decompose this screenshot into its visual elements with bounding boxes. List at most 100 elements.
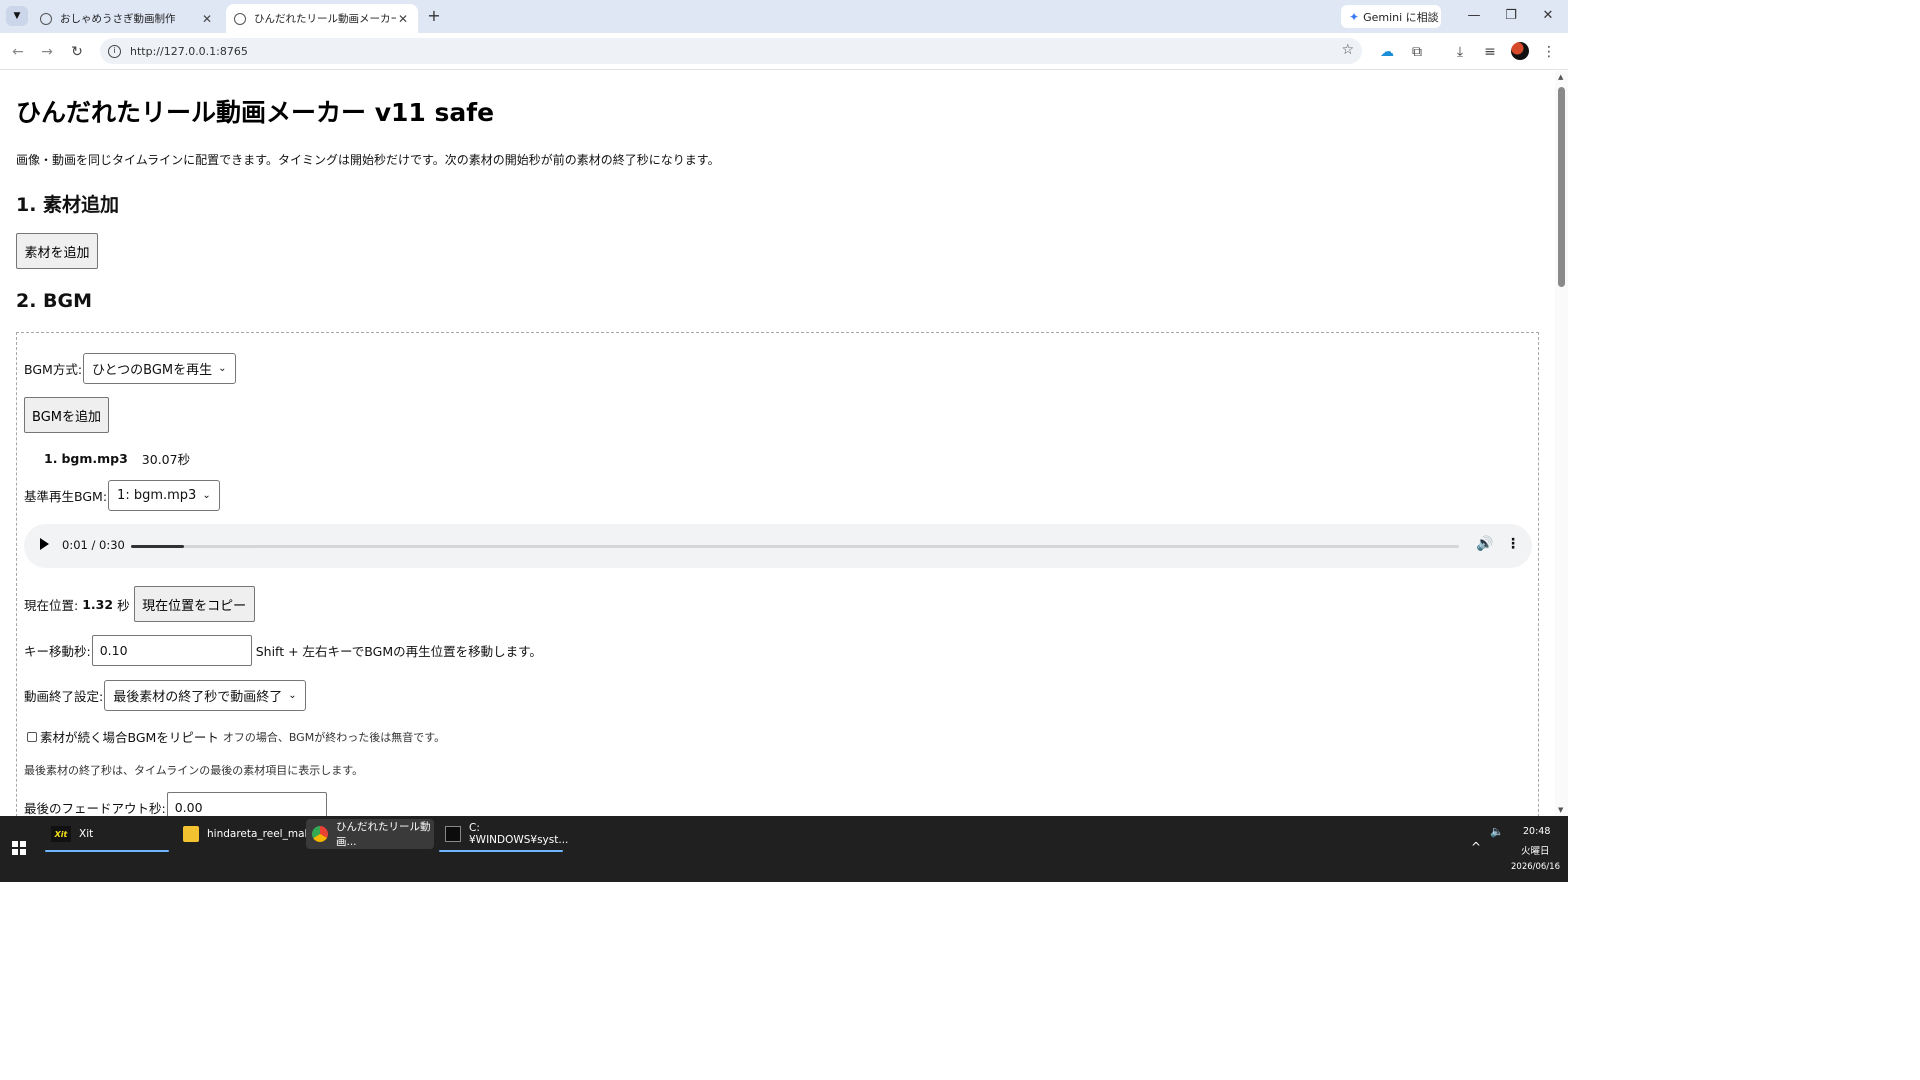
repeat-row: 素材が続く場合BGMをリピート オフの場合、BGMが終わった後は無音です。 [27,727,445,746]
chevron-down-icon: ▼ [13,11,21,21]
position-row: 現在位置: 1.32 秒 現在位置をコピー [24,586,255,622]
minimize-button[interactable]: — [1464,6,1484,26]
audio-progress [131,545,185,548]
base-bgm-label: 基準再生BGM: [24,489,108,504]
page-viewport: ひんだれたリール動画メーカー v11 safe 画像・動画を同じタイムラインに配… [0,71,1568,816]
folder-icon [183,826,199,842]
base-bgm-select[interactable]: 1: bgm.mp3 ⌄ [108,480,220,511]
page-description: 画像・動画を同じタイムラインに配置できます。タイミングは開始秒だけです。次の素材… [16,153,720,167]
forward-arrow-icon[interactable]: → [37,42,57,62]
section-heading-bgm: 2. BGM [16,290,93,312]
audio-player: 0:01 / 0:30 🔊 ⋮ [24,524,1532,568]
section-heading-materials: 1. 素材追加 [16,194,120,216]
close-tab-icon[interactable]: ✕ [396,12,410,26]
site-info-icon[interactable]: i [108,44,121,58]
add-bgm-button[interactable]: BGMを追加 [24,397,109,433]
scrollbar-thumb[interactable] [1558,87,1565,287]
tab-active[interactable]: ひんだれたリール動画メーカー v11 safe ✕ [226,4,418,33]
cloud-icon[interactable]: ☁ [1377,42,1397,62]
fadeout-label: 最後のフェードアウト秒: [24,801,166,816]
speaker-icon[interactable]: 🔈 [1490,825,1504,838]
xit-app-icon: Xit [51,826,71,842]
gemini-button[interactable]: ✦ Gemini に相談 [1341,5,1441,28]
taskbar-app-terminal[interactable]: C:¥WINDOWS¥syst... [439,819,568,852]
media-control-icon[interactable]: ≡ [1480,42,1500,62]
close-window-button[interactable]: ✕ [1538,6,1558,26]
play-icon[interactable] [40,538,49,550]
sparkle-icon: ✦ [1349,9,1360,24]
taskbar-app-xit[interactable]: Xit Xit [45,819,169,852]
windows-start-icon[interactable] [12,841,26,855]
tab-strip: ▼ おしゃめうさぎ動画制作 ✕ ひんだれたリール動画メーカー v11 safe … [0,0,1568,33]
download-icon[interactable]: ⤓ [1450,42,1470,62]
clock-date: 2026/06/16 [1511,862,1560,872]
add-material-button[interactable]: 素材を追加 [16,233,98,269]
end-setting-select[interactable]: 最後素材の終了秒で動画終了 ⌄ [104,680,306,711]
taskbar-app-chrome[interactable]: ひんだれたリール動画... [306,819,434,849]
back-arrow-icon[interactable]: ← [8,42,28,62]
close-tab-icon[interactable]: ✕ [200,12,214,26]
repeat-note: オフの場合、BGMが終わった後は無音です。 [222,730,446,744]
bgm-panel: BGM方式: ひとつのBGMを再生 ⌄ BGMを追加 1. bgm.mp3 30… [16,332,1539,816]
tab-title: ひんだれたリール動画メーカー v11 safe [254,13,396,25]
chevron-down-icon: ⌄ [202,490,211,501]
copy-position-button[interactable]: 現在位置をコピー [133,586,255,622]
audio-more-icon[interactable]: ⋮ [1506,536,1520,552]
page-title: ひんだれたリール動画メーカー v11 safe [16,98,495,127]
fadeout-input[interactable]: 0.00 [166,792,327,816]
repeat-checkbox[interactable] [27,731,37,742]
base-bgm-row: 基準再生BGM: 1: bgm.mp3 ⌄ [24,480,220,511]
bgm-mode-label: BGM方式: [24,362,83,377]
taskbar-app-label: ひんだれたリール動画... [336,821,431,848]
more-menu-icon[interactable]: ⋮ [1539,42,1559,62]
taskbar: Xit Xit hindareta_reel_mak... ひんだれたリール動画… [0,816,1568,882]
bookmark-star-icon[interactable]: ☆ [1341,42,1354,58]
bgm-mode-row: BGM方式: ひとつのBGMを再生 ⌄ [24,353,236,384]
chevron-down-icon: ⌄ [218,363,227,374]
audio-time: 0:01 / 0:30 [62,538,125,552]
taskbar-app-folder[interactable]: hindareta_reel_mak... [177,819,321,849]
bgm-mode-value: ひとつのBGMを再生 [92,363,213,378]
extensions-puzzle-icon[interactable]: ⧉ [1407,42,1427,62]
tab-title: おしゃめうさぎ動画制作 [60,13,176,25]
taskbar-app-label: C:¥WINDOWS¥syst... [469,822,569,846]
bgm-mode-select[interactable]: ひとつのBGMを再生 ⌄ [83,353,236,384]
url-text: http://127.0.0.1:8765 [130,44,248,58]
bgm-duration: 30.07秒 [141,452,191,467]
globe-icon [40,12,52,25]
new-tab-button[interactable]: + [424,6,444,26]
fadeout-row: 最後のフェードアウト秒: 0.00 [24,792,327,816]
key-move-row: キー移動秒: 0.10 Shift + 左右キーでBGMの再生位置を移動します。 [24,635,542,666]
bgm-list-item: 1. bgm.mp3 30.07秒 [44,449,190,468]
key-move-label: キー移動秒: [24,644,91,659]
taskbar-app-label: Xit [79,828,94,840]
browser-toolbar: ← → ↻ i http://127.0.0.1:8765 ☆ ☁ ⧉ ⤓ ≡ … [0,33,1568,70]
address-bar[interactable]: i http://127.0.0.1:8765 ☆ [100,38,1362,64]
repeat-checkbox-label: 素材が続く場合BGMをリピート [40,730,219,745]
key-move-hint: Shift + 左右キーでBGMの再生位置を移動します。 [255,644,542,659]
bgm-index: 1. [44,451,58,466]
page-scrollbar[interactable]: ▲ ▼ [1555,71,1568,816]
position-unit: 秒 [117,597,130,613]
end-setting-value: 最後素材の終了秒で動画終了 [113,690,283,705]
audio-seek-bar[interactable] [131,545,1459,548]
tab-search-button[interactable]: ▼ [6,6,28,26]
key-move-input[interactable]: 0.10 [91,635,252,666]
clock-time[interactable]: 20:48 [1523,826,1550,837]
clock-day: 火曜日 [1521,846,1550,857]
scroll-up-icon[interactable]: ▲ [1558,73,1563,81]
tray-chevron-up-icon[interactable]: ^ [1471,840,1481,854]
end-setting-row: 動画終了設定: 最後素材の終了秒で動画終了 ⌄ [24,680,306,711]
bgm-filename: bgm.mp3 [61,451,128,466]
base-bgm-value: 1: bgm.mp3 [117,488,197,503]
reload-icon[interactable]: ↻ [67,42,87,62]
profile-avatar[interactable] [1511,42,1529,60]
position-value: 1.32 [82,596,114,612]
scroll-down-icon[interactable]: ▼ [1558,806,1563,814]
taskbar-app-label: hindareta_reel_mak... [207,828,321,840]
volume-icon[interactable]: 🔊 [1476,536,1493,552]
tab-inactive[interactable]: おしゃめうさぎ動画制作 ✕ [32,4,222,33]
restore-button[interactable]: ❐ [1501,6,1521,26]
end-setting-label: 動画終了設定: [24,689,104,704]
gemini-label: Gemini に相談 [1363,10,1439,24]
